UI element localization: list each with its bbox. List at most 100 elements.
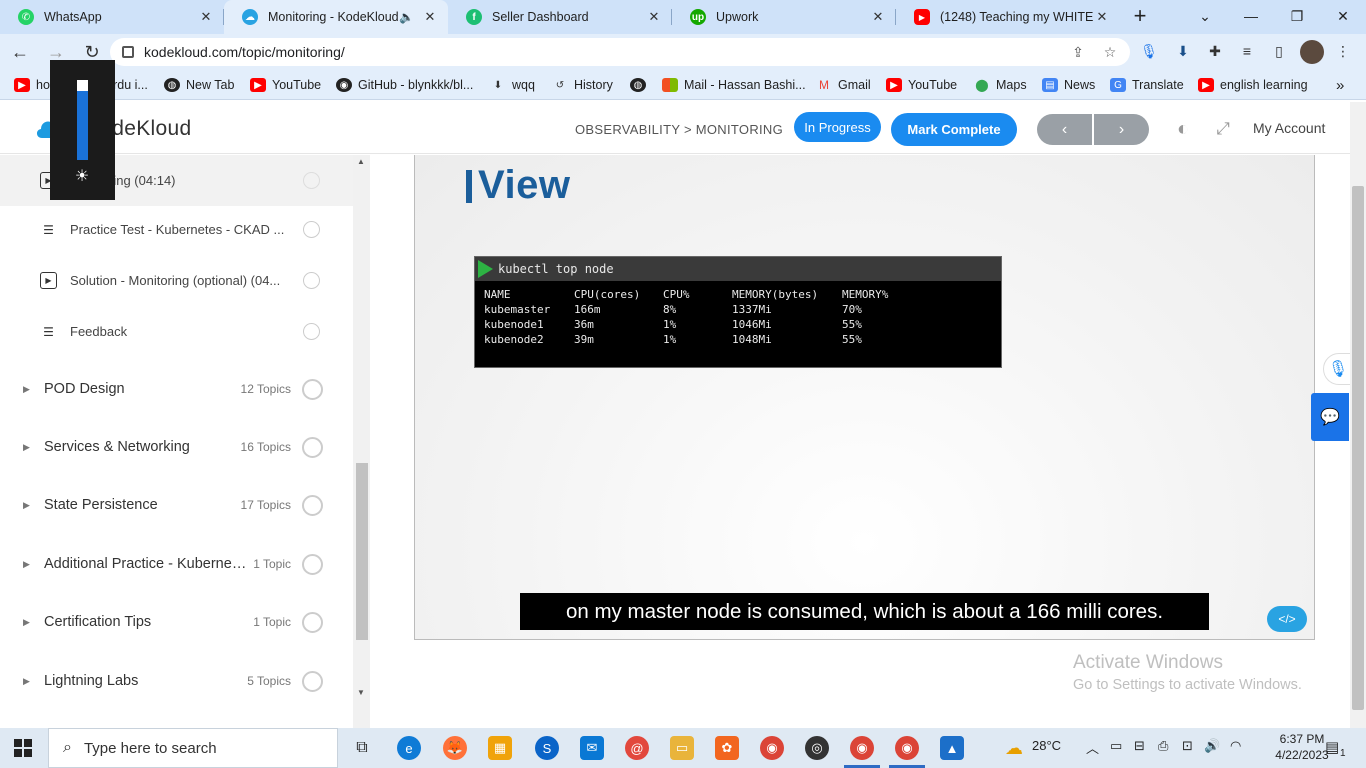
bookmark-item[interactable]: ▶ YouTube: [886, 76, 957, 94]
page-scrollbar-thumb[interactable]: [1352, 186, 1364, 710]
photos-icon[interactable]: ▲: [940, 736, 964, 760]
bookmark-item[interactable]: ↺ History: [552, 76, 613, 94]
close-tab-icon[interactable]: ✕: [422, 9, 438, 25]
extensions-puzzle-icon[interactable]: ✚: [1204, 40, 1226, 62]
camera-app-icon[interactable]: ◎: [805, 736, 829, 760]
bookmark-item[interactable]: ◉ GitHub - blynkkk/bl...: [336, 76, 473, 94]
download-extension-icon[interactable]: ⬇: [1172, 40, 1194, 62]
video-player[interactable]: [414, 155, 1315, 640]
next-lesson-button[interactable]: ›: [1094, 114, 1149, 145]
kebab-menu-icon[interactable]: ⋮: [1332, 40, 1354, 62]
settings-app-icon[interactable]: ✿: [715, 736, 739, 760]
section-services-networking[interactable]: ▶ Services & Networking 16 Topics: [0, 418, 353, 476]
slide-title-accent: [466, 170, 472, 203]
bookmark-item[interactable]: ▶ english learning: [1198, 76, 1308, 94]
close-tab-icon[interactable]: ✕: [870, 9, 886, 25]
close-tab-icon[interactable]: ✕: [1094, 9, 1110, 25]
file-explorer-icon[interactable]: ▭: [670, 736, 694, 760]
chat-bubble-icon[interactable]: 💬: [1311, 393, 1349, 441]
back-arrow-icon[interactable]: ←: [4, 36, 36, 68]
tab-seller-dashboard[interactable]: f Seller Dashboard ✕: [448, 0, 672, 34]
section-additional-practice[interactable]: ▶ Additional Practice - Kubernetes for t…: [0, 535, 353, 593]
battery-icon[interactable]: ▭: [1110, 738, 1122, 754]
profile-avatar[interactable]: [1300, 40, 1324, 64]
bookmarks-overflow-icon[interactable]: »: [1336, 76, 1344, 94]
mark-complete-button[interactable]: Mark Complete: [891, 113, 1017, 146]
tab-youtube[interactable]: ▶ (1248) Teaching my WHITE fr ✕: [896, 0, 1120, 34]
share-icon[interactable]: ⇪: [1068, 42, 1088, 62]
chrome-icon[interactable]: ◉: [760, 736, 784, 760]
tab-upwork[interactable]: up Upwork ✕: [672, 0, 896, 34]
lesson-item-practice-test[interactable]: ☰ Practice Test - Kubernetes - CKAD ...: [0, 204, 353, 255]
lesson-item-solution[interactable]: ▶ Solution - Monitoring (optional) (04..…: [0, 255, 353, 306]
bookmark-item[interactable]: M Gmail: [816, 76, 871, 94]
globe-icon: ◍: [164, 78, 180, 92]
close-tab-icon[interactable]: ✕: [646, 9, 662, 25]
section-certification-tips[interactable]: ▶ Certification Tips 1 Topic: [0, 593, 353, 651]
volume-icon[interactable]: 🔊: [1204, 738, 1220, 754]
bookmark-star-icon[interactable]: ☆: [1100, 42, 1120, 62]
sidebar-scrollbar[interactable]: [353, 155, 370, 728]
chrome-profile-icon[interactable]: ◉: [850, 736, 874, 760]
section-lightning-labs[interactable]: ▶ Lightning Labs 5 Topics: [0, 652, 353, 710]
bookmark-item[interactable]: ⬤ Maps: [974, 76, 1026, 94]
restore-button[interactable]: ❐: [1274, 0, 1320, 32]
bookmark-item[interactable]: G Translate: [1110, 76, 1184, 94]
weather-temperature[interactable]: 28°C: [1032, 738, 1061, 753]
snail-app-icon[interactable]: @: [625, 736, 649, 760]
mail-icon[interactable]: ✉: [580, 736, 604, 760]
network-device-icon[interactable]: ⊟: [1134, 738, 1145, 754]
bookmark-item[interactable]: ▶ YouTube: [250, 76, 321, 94]
voice-microphone-icon[interactable]: 🎙: [1323, 353, 1353, 385]
weather-sun-icon[interactable]: ☁: [1002, 736, 1026, 760]
scroll-up-arrow-icon[interactable]: ▲: [355, 157, 367, 166]
clock-time: 6:37 PM: [1279, 732, 1325, 746]
lesson-item-feedback[interactable]: ☰ Feedback: [0, 306, 353, 357]
chrome-profile-h-icon[interactable]: ◉: [895, 736, 919, 760]
tab-search-chevron-icon[interactable]: ⌄: [1182, 0, 1228, 32]
my-account-link[interactable]: My Account: [1253, 120, 1325, 136]
close-window-button[interactable]: ✕: [1320, 0, 1366, 32]
edge-icon[interactable]: e: [397, 736, 421, 760]
system-clock[interactable]: 6:37 PM 4/22/2023: [1274, 731, 1330, 763]
minimize-button[interactable]: —: [1228, 0, 1274, 32]
section-state-persistence[interactable]: ▶ State Persistence 17 Topics: [0, 476, 353, 534]
brightness-sun-icon: ☀: [74, 168, 90, 185]
tab-kodekloud[interactable]: ☁ Monitoring - KodeKloud 🔈 ✕: [224, 0, 448, 34]
task-view-icon[interactable]: ⧉: [350, 736, 374, 760]
previous-lesson-button[interactable]: ‹: [1037, 114, 1092, 145]
bookmark-item[interactable]: ◍ New Tab: [164, 76, 234, 94]
taskbar-search-box[interactable]: ⌕ Type here to search: [48, 728, 338, 768]
usb-icon[interactable]: ⎙: [1158, 738, 1168, 754]
camera-tray-icon[interactable]: ⊡: [1182, 738, 1193, 754]
bookmark-item[interactable]: Mail - Hassan Bashi...: [662, 76, 806, 94]
speaker-icon[interactable]: 🔈: [399, 10, 414, 24]
skype-icon[interactable]: S: [535, 736, 559, 760]
new-tab-button[interactable]: +: [1120, 0, 1160, 34]
sidebar-scrollbar-thumb[interactable]: [356, 463, 368, 640]
tab-whatsapp[interactable]: ✆ WhatsApp ✕: [0, 0, 224, 34]
windows-start-icon[interactable]: [14, 739, 32, 757]
brightness-level-bar: [77, 80, 88, 160]
section-status-ring: [302, 670, 323, 692]
microphone-extension-icon[interactable]: 🎙: [1138, 40, 1160, 62]
quiz-list-icon: ☰: [43, 324, 54, 339]
scroll-down-arrow-icon[interactable]: ▼: [355, 688, 367, 697]
translate-icon: G: [1110, 78, 1126, 92]
dark-mode-moon-icon[interactable]: ◐: [1170, 116, 1196, 142]
side-panel-icon[interactable]: ▯: [1268, 40, 1290, 62]
in-progress-button[interactable]: In Progress: [794, 112, 881, 142]
bookmark-item[interactable]: ◍: [630, 76, 652, 94]
tray-overflow-chevron-icon[interactable]: ︿: [1086, 738, 1099, 757]
bookmark-item[interactable]: ⬇ wqq: [490, 76, 535, 94]
media-queue-icon[interactable]: ≡: [1236, 40, 1258, 62]
close-tab-icon[interactable]: ✕: [198, 9, 214, 25]
section-pod-design[interactable]: ▶ POD Design 12 Topics: [0, 360, 353, 418]
firefox-icon[interactable]: 🦊: [443, 736, 467, 760]
bookmark-item[interactable]: ▤ News: [1042, 76, 1095, 94]
microsoft-store-icon[interactable]: ▦: [488, 736, 512, 760]
notification-center-icon[interactable]: ▤: [1325, 738, 1339, 756]
address-bar[interactable]: kodekloud.com/topic/monitoring/: [110, 38, 1130, 66]
fullscreen-expand-icon[interactable]: ⤢: [1210, 116, 1236, 142]
wifi-icon[interactable]: ◠: [1230, 738, 1241, 754]
